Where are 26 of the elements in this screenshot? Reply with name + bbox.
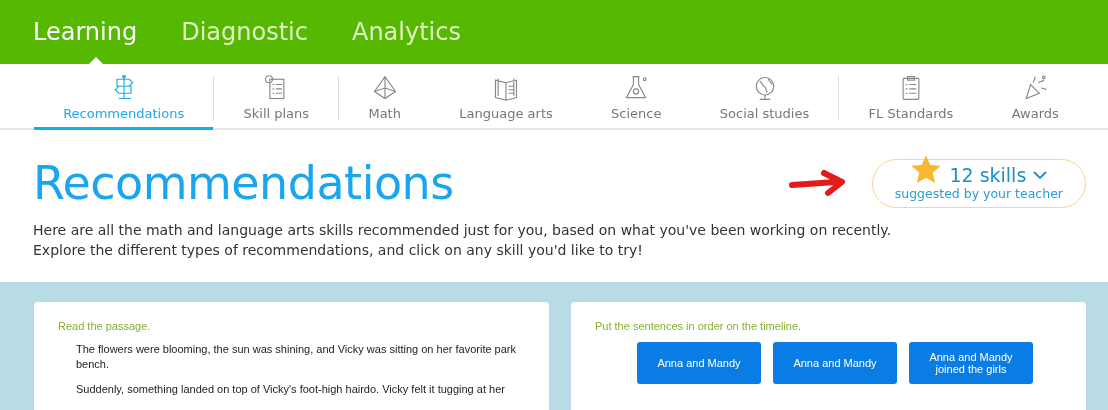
- skills-badge[interactable]: 12 skills suggested by your teacher: [871, 158, 1086, 208]
- subject-tab[interactable]: Science: [581, 64, 691, 130]
- arrow-icon: [787, 168, 848, 198]
- page-title: Recommendations: [33, 156, 454, 210]
- subject-tab[interactable]: FL Standards: [839, 64, 983, 130]
- subject-tab[interactable]: Skill plans: [214, 64, 339, 130]
- top-nav-tab[interactable]: Analytics: [351, 0, 483, 64]
- skills-count: 12 skills: [949, 163, 1027, 186]
- subject-tab[interactable]: Recommendations: [34, 64, 214, 130]
- skills-caption: suggested by your teacher: [894, 185, 1063, 201]
- chevron-down-icon: [1032, 169, 1049, 180]
- intro-text: Explore the different types of recommendations, and click on any skill you'd like to try!: [33, 241, 644, 260]
- subject-tab[interactable]: Language arts: [430, 64, 582, 130]
- subject-tab[interactable]: Awards: [982, 64, 1088, 130]
- subject-tab[interactable]: Math: [339, 64, 431, 130]
- sentence-tile[interactable]: Anna and Mandy joined the girls: [909, 342, 1033, 384]
- top-nav-tab[interactable]: Learning: [33, 0, 160, 64]
- subject-tab[interactable]: Social studies: [690, 64, 839, 130]
- passage-paragraph: Suddenly, something landed on top of Vicky's foot-high hairdo. Vicky felt it tugging at her: [76, 382, 506, 397]
- instruction-text: Put the sentences in order on the timeline.: [595, 320, 803, 332]
- intro-text: Here are all the math and language arts skills recommended just for you, based on what you've been working on recently.: [33, 221, 893, 240]
- passage-paragraph: The flowers were blooming, the sun was shining, and Vicky was sitting on her favorite park bench.: [76, 342, 518, 372]
- sentence-tile[interactable]: Anna and Mandy: [773, 342, 897, 384]
- instruction-text: Read the passage.: [58, 320, 152, 332]
- top-nav-tab[interactable]: Diagnostic: [181, 0, 330, 64]
- sentence-tile[interactable]: Anna and Mandy: [637, 342, 761, 384]
